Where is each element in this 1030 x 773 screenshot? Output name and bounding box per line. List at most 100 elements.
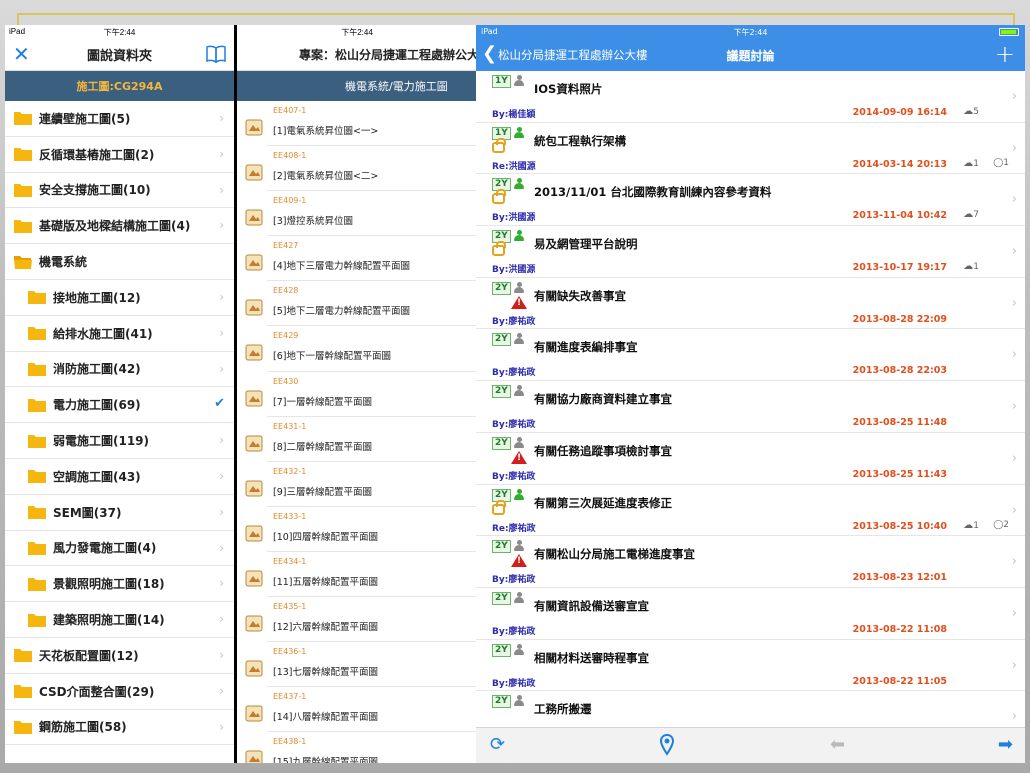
sheet-name: [14]八層幹線配置平面圖 (273, 712, 379, 724)
topic-title: IOS資料照片 (534, 82, 603, 96)
chevron-right-icon: › (1011, 295, 1017, 311)
cloud-download-icon: ☁ (963, 157, 974, 169)
topic-row[interactable]: 1Y IOS資料照片 By:楊佳穎 2014-09-09 16:14 ☁5 › (476, 71, 1025, 123)
sheet-item[interactable]: EE409-1 [3]燈控系統昇位圖 (245, 191, 477, 237)
sheet-code: EE428 (273, 286, 299, 296)
sheet-name: [6]地下一層幹線配置平面圖 (273, 351, 391, 363)
folder-item[interactable]: 給排水施工圖(41) › (5, 316, 234, 352)
chevron-right-icon: › (1011, 450, 1017, 466)
topic-row[interactable]: 2Y 有關第三次展延進度表修正 Re:廖祐政 2013-08-25 10:40 ☁1 ◯2… (476, 485, 1025, 537)
topic-date: 2014-03-14 20:13 (852, 158, 947, 170)
arrow-left-icon[interactable]: ⬅ (830, 734, 845, 755)
sheet-item[interactable]: EE408-1 [2]電氣系統昇位圖<二> (245, 146, 477, 192)
chevron-right-icon: › (219, 468, 224, 483)
topic-author: By:廖祐政 (492, 316, 536, 327)
folder-item[interactable]: 接地施工圖(12) › (5, 280, 234, 316)
sheet-item[interactable]: EE437-1 [14]八層幹線配置平面圖 (245, 687, 477, 733)
sheet-item[interactable]: EE432-1 [9]三層幹線配置平面圖 (245, 462, 477, 507)
book-icon[interactable] (206, 45, 226, 63)
folder-item[interactable]: 鋼筋施工圖(58) › (5, 710, 234, 746)
topic-row[interactable]: 2Y 有關松山分局施工電梯進度事宜 By:廖祐政 2013-08-23 12:01 › (476, 536, 1025, 588)
topic-row[interactable]: 2Y 2013/11/01 台北國際教育訓練內容參考資料 By:洪國源 2013-11… (476, 174, 1025, 227)
folder-item[interactable]: SEM圖(37) › (5, 495, 234, 531)
topic-date: 2014-09-09 16:14 (852, 107, 947, 118)
chevron-right-icon: › (1011, 399, 1017, 415)
topic-row[interactable]: 2Y 有關缺失改善事宜 By:廖祐政 2013-08-28 22:09 › (476, 278, 1025, 330)
drawing-sheet-icon (245, 525, 263, 542)
topic-author: By:洪國源 (492, 265, 536, 276)
folder-item[interactable]: 天花板配置圖(12) › (5, 638, 234, 674)
topic-row[interactable]: 2Y 有關進度表編排事宜 By:廖祐政 2013-08-28 22:03 › (476, 329, 1025, 382)
topic-row[interactable]: 2Y 有關任務追蹤事項檢討事宜 By:廖祐政 2013-08-25 11:43 › (476, 433, 1025, 485)
folder-icon (14, 219, 32, 233)
close-icon[interactable]: ✕ (13, 42, 30, 66)
folder-item[interactable]: 安全支撐施工圖(10) › (5, 173, 234, 209)
sheet-item[interactable]: EE430 [7]一層幹線配置平面圖 (245, 372, 477, 417)
drawing-sheet-icon (245, 570, 263, 587)
sheet-name: [1]電氣系統昇位圖<一> (273, 126, 379, 137)
topic-row[interactable]: 2Y 易及網管理平台說明 By:洪國源 2013-10-17 19:17 ☁1 › (476, 226, 1025, 278)
folder-item[interactable]: 連續壁施工圖(5) › (5, 101, 234, 137)
folder-label: 消防施工圖(42) (53, 362, 141, 377)
download-count-value: 7 (973, 210, 979, 221)
topic-row[interactable]: 1Y 統包工程執行架構 Re:洪國源 2014-03-14 20:13 ☁1 ◯1 › (476, 123, 1025, 175)
topic-row[interactable]: 2Y 有關資訊設備送審宣宜 By:廖祐政 2013-08-22 11:08 › (476, 588, 1025, 640)
folder-label: 天花板配置圖(12) (39, 648, 139, 663)
sheet-item[interactable]: EE431-1 [8]二層幹線配置平面圖 (245, 417, 477, 462)
topic-row[interactable]: 2Y 有關協力廠商資料建立事宜 By:廖祐政 2013-08-25 11:48 › (476, 381, 1025, 433)
folder-item[interactable]: 建築照明施工圖(14) › (5, 602, 234, 638)
person-icon (514, 281, 524, 294)
chevron-right-icon: › (219, 612, 224, 627)
folder-icon (28, 470, 46, 484)
plus-icon[interactable]: + (995, 40, 1015, 68)
chevron-right-icon: › (219, 719, 224, 734)
folder-item[interactable]: 風力發電施工圖(4) › (5, 531, 234, 567)
person-body (514, 648, 524, 655)
folder-icon (14, 148, 32, 162)
folder-item[interactable]: 消防施工圖(42) › (5, 352, 234, 388)
status-bar-3: iPad 下午2:44 (476, 25, 1025, 39)
folder-item[interactable]: 景觀照明施工圖(18) › (5, 566, 234, 603)
folder-item[interactable]: 基礎版及地樑結構施工圖(4) › (5, 208, 234, 245)
chevron-right-icon: › (219, 647, 224, 662)
folder-icon (14, 685, 32, 699)
folder-item[interactable]: 弱電施工圖(119) › (5, 423, 234, 459)
folder-item[interactable]: 反循環基樁施工圖(2) › (5, 137, 234, 173)
refresh-icon[interactable]: ⟳ (490, 734, 505, 755)
person-icon (514, 333, 524, 345)
folder-icon (28, 327, 46, 341)
sheet-item[interactable]: EE428 [5]地下二層電力幹線配置平面圖 (245, 281, 477, 327)
discussion-pane: iPad 下午2:44 ❮ 松山分局捷運工程處辦公大樓 議題討論 + 1Y IOS… (476, 25, 1025, 763)
status-time-2: 下午2:44 (341, 28, 373, 37)
folder-item[interactable]: 機電系統 (5, 244, 234, 280)
sheet-item[interactable]: EE427 [4]地下三層電力幹線配置平面圖 (245, 236, 477, 282)
arrow-right-icon[interactable]: ➡ (998, 734, 1013, 755)
person-body (514, 131, 524, 138)
person-icon (514, 230, 524, 242)
sheet-item[interactable]: EE407-1 [1]電氣系統昇位圖<一> (245, 101, 477, 147)
sheet-item[interactable]: EE438-1 [15]九層幹線配置平面圖 (245, 732, 477, 763)
person-body (514, 235, 524, 242)
cloud-download-icon: ☁ (963, 519, 974, 531)
topic-date: 2013-08-28 22:03 (852, 365, 947, 377)
chevron-right-icon: › (219, 683, 224, 698)
chevron-right-icon: › (219, 325, 224, 340)
chevron-right-icon: › (1011, 709, 1017, 725)
sheet-item[interactable]: EE435-1 [12]六層幹線配置平面圖 (245, 597, 477, 643)
folder-item[interactable]: 電力施工圖(69) ✔ (5, 387, 234, 424)
folder-item[interactable]: CSD介面整合圖(29) › (5, 674, 234, 710)
sheet-item[interactable]: EE436-1 [13]七層幹線配置平面圖 (245, 642, 477, 688)
folder-icon (28, 506, 46, 520)
sheet-item[interactable]: EE433-1 [10]四層幹線配置平面圖 (245, 507, 477, 552)
person-body (514, 596, 524, 603)
topic-date: 2013-08-25 11:48 (852, 417, 947, 429)
sheet-item[interactable]: EE429 [6]地下一層幹線配置平面圖 (245, 326, 477, 372)
status-time-3: 下午2:44 (733, 28, 768, 37)
sheet-item[interactable]: EE434-1 [11]五層幹線配置平面圖 (245, 552, 477, 598)
sheet-name: [10]四層幹線配置平面圖 (273, 531, 379, 543)
folder-item[interactable]: 空調施工圖(43) › (5, 459, 234, 495)
topic-author: By:廖祐政 (492, 678, 536, 689)
person-icon (514, 385, 524, 397)
location-pin-icon[interactable] (660, 734, 674, 756)
topic-row[interactable]: 2Y 相關材料送審時程事宜 By:廖祐政 2013-08-22 11:05 › (476, 640, 1025, 692)
